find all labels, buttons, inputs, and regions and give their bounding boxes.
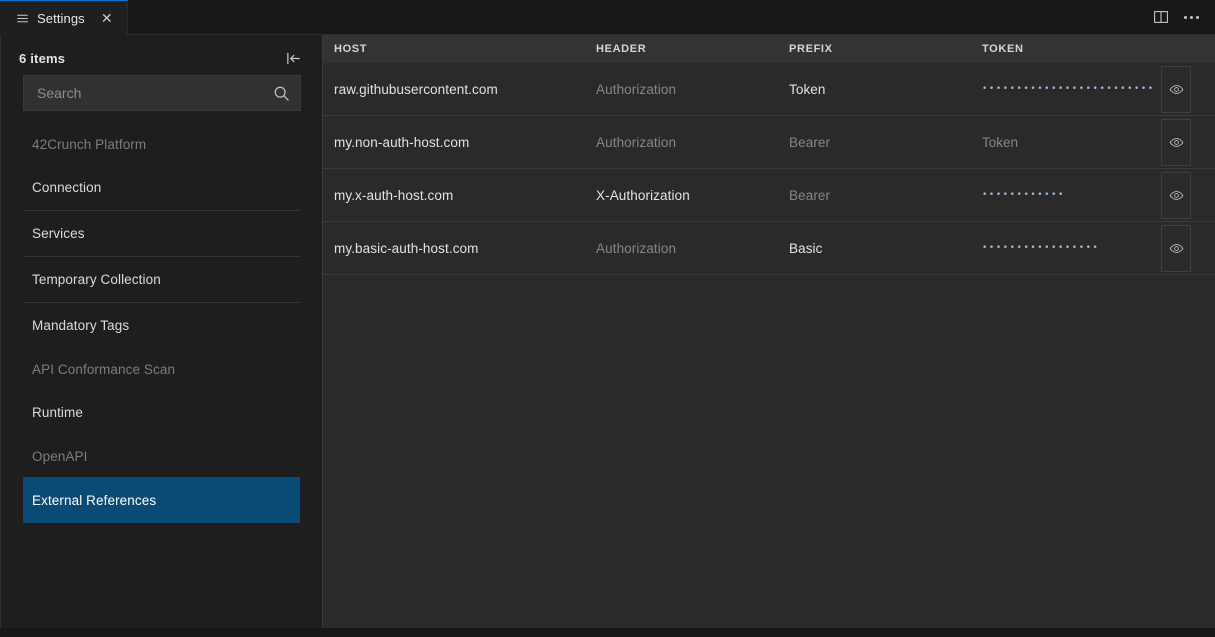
search-input[interactable]: [37, 85, 273, 101]
sidebar-item-mandatory-tags[interactable]: Mandatory Tags: [23, 302, 300, 348]
cell-prefix[interactable]: Token: [789, 82, 982, 97]
cell-token[interactable]: ••••••••••••: [982, 169, 1161, 221]
settings-body: 6 items Search 42Crunch Platform Connect…: [0, 35, 1215, 628]
reveal-token-cell: [1161, 65, 1205, 113]
eye-icon[interactable]: [1161, 171, 1191, 219]
split-editor-icon[interactable]: [1147, 3, 1175, 31]
token-placeholder: Token: [982, 134, 1019, 150]
settings-sidebar: 6 items Search 42Crunch Platform Connect…: [1, 35, 323, 628]
items-count-label: 6 items: [19, 50, 66, 66]
cell-prefix[interactable]: Bearer: [789, 135, 982, 150]
token-masked-value: ••••••••••••: [982, 190, 1065, 200]
sidebar-item-temporary-collection[interactable]: Temporary Collection: [23, 256, 300, 302]
reveal-token-cell: [1161, 171, 1205, 219]
eye-icon[interactable]: [1161, 65, 1191, 113]
cell-host[interactable]: my.non-auth-host.com: [334, 135, 596, 150]
tab-settings-label: Settings: [37, 10, 85, 26]
collapse-all-icon[interactable]: [282, 48, 304, 68]
close-icon[interactable]: ✕: [98, 9, 116, 27]
table-row[interactable]: my.non-auth-host.com Authorization Beare…: [323, 116, 1215, 169]
column-header-header: HEADER: [596, 43, 647, 55]
cell-token[interactable]: Token: [982, 116, 1161, 168]
column-header-host: HOST: [334, 43, 368, 55]
cell-prefix[interactable]: Basic: [789, 241, 982, 256]
cell-host[interactable]: my.basic-auth-host.com: [334, 241, 596, 256]
tab-bar-filler: [128, 0, 1147, 34]
sidebar-header: 6 items: [1, 35, 322, 75]
cell-header[interactable]: Authorization: [596, 135, 789, 150]
sidebar-section-api-conformance-scan[interactable]: API Conformance Scan: [23, 348, 300, 390]
table-row[interactable]: raw.githubusercontent.com Authorization …: [323, 63, 1215, 116]
cell-host[interactable]: raw.githubusercontent.com: [334, 82, 596, 97]
search-icon[interactable]: [273, 85, 290, 102]
reveal-token-cell: [1161, 224, 1205, 272]
cell-header[interactable]: Authorization: [596, 82, 789, 97]
settings-window: Settings ✕ 6 items Search 42Crunch Platf…: [0, 0, 1215, 637]
settings-lines-icon: [14, 10, 30, 26]
column-header-token: TOKEN: [982, 43, 1024, 55]
external-references-panel: HOST HEADER PREFIX TOKEN raw.githubuserc…: [323, 35, 1215, 628]
eye-icon[interactable]: [1161, 118, 1191, 166]
sidebar-item-external-references[interactable]: External References: [23, 477, 300, 523]
table-header-row: HOST HEADER PREFIX TOKEN: [323, 35, 1215, 63]
cell-prefix[interactable]: Bearer: [789, 188, 982, 203]
sidebar-item-runtime[interactable]: Runtime: [23, 390, 300, 435]
token-masked-value: •••••••••••••••••: [982, 243, 1100, 253]
search-box[interactable]: [23, 75, 301, 111]
editor-actions: [1147, 0, 1215, 34]
token-masked-value: ••••••••••••••••••••••••••••••••••••••••: [982, 84, 1155, 94]
window-footer-strip: [0, 628, 1215, 637]
more-actions-icon[interactable]: [1177, 3, 1205, 31]
sidebar-item-connection[interactable]: Connection: [23, 165, 300, 210]
eye-icon[interactable]: [1161, 224, 1191, 272]
cell-host[interactable]: my.x-auth-host.com: [334, 188, 596, 203]
cell-header[interactable]: Authorization: [596, 241, 789, 256]
sidebar-section-42crunch-platform[interactable]: 42Crunch Platform: [23, 123, 300, 165]
cell-token[interactable]: •••••••••••••••••: [982, 222, 1161, 274]
tab-settings[interactable]: Settings ✕: [0, 0, 128, 35]
table-row[interactable]: my.x-auth-host.com X-Authorization Beare…: [323, 169, 1215, 222]
reveal-token-cell: [1161, 118, 1205, 166]
sidebar-item-services[interactable]: Services: [23, 210, 300, 256]
settings-nav: 42Crunch Platform Connection Services Te…: [1, 123, 322, 628]
sidebar-search-wrap: [1, 75, 322, 111]
hosts-table: HOST HEADER PREFIX TOKEN raw.githubuserc…: [323, 35, 1215, 275]
cell-token[interactable]: ••••••••••••••••••••••••••••••••••••••••: [982, 63, 1161, 115]
cell-header[interactable]: X-Authorization: [596, 188, 789, 203]
column-header-prefix: PREFIX: [789, 43, 833, 55]
table-row[interactable]: my.basic-auth-host.com Authorization Bas…: [323, 222, 1215, 275]
editor-tab-bar: Settings ✕: [0, 0, 1215, 35]
sidebar-section-openapi[interactable]: OpenAPI: [23, 435, 300, 477]
